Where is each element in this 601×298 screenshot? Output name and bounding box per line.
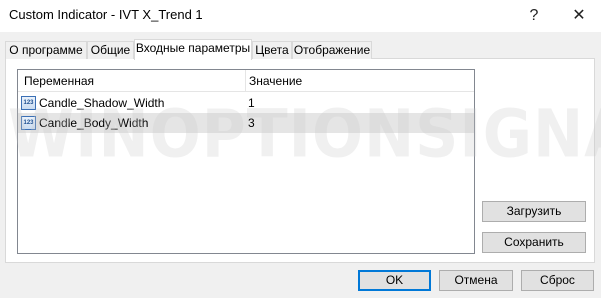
title-bar: Custom Indicator - IVT X_Trend 1 ? ✕ [0,0,601,32]
number-type-icon: 123 [21,96,36,110]
cancel-button[interactable]: Отмена [439,270,513,291]
table-header: Переменная Значение [18,70,474,92]
parameter-name: Candle_Body_Width [39,116,149,130]
tab-about[interactable]: О программе [5,41,87,59]
parameter-name: Candle_Shadow_Width [39,96,165,110]
tab-colors[interactable]: Цвета [252,41,292,59]
tab-display[interactable]: Отображение [292,41,372,59]
column-header-variable[interactable]: Переменная [24,74,94,88]
column-divider[interactable] [245,70,246,92]
tab-input-parameters[interactable]: Входные параметры [134,39,252,60]
parameter-value[interactable]: 3 [248,116,255,130]
parameters-table[interactable]: Переменная Значение 123 Candle_Shadow_Wi… [17,69,475,254]
help-icon[interactable]: ? [520,4,548,28]
load-button[interactable]: Загрузить [482,201,586,222]
table-row[interactable]: 123 Candle_Shadow_Width 1 [18,93,474,113]
window-title: Custom Indicator - IVT X_Trend 1 [9,7,203,22]
reset-button[interactable]: Сброс [521,270,594,291]
table-row[interactable]: 123 Candle_Body_Width 3 [18,113,474,133]
parameter-value[interactable]: 1 [248,96,255,110]
number-type-icon: 123 [21,116,36,130]
ok-button[interactable]: OK [358,270,431,291]
tab-common[interactable]: Общие [87,41,134,59]
save-button[interactable]: Сохранить [482,232,586,253]
column-header-value[interactable]: Значение [249,74,302,88]
close-icon[interactable]: ✕ [565,4,593,28]
